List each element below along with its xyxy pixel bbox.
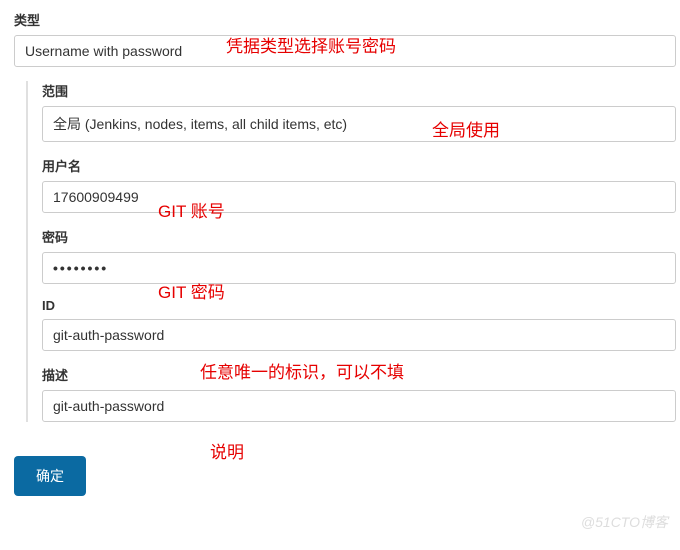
id-label: ID (42, 298, 676, 313)
username-input[interactable] (42, 181, 676, 213)
password-input[interactable]: •••••••• (42, 252, 676, 284)
description-label: 描述 (42, 365, 676, 384)
type-label: 类型 (14, 10, 676, 29)
id-input[interactable] (42, 319, 676, 351)
scope-label: 范围 (42, 81, 676, 100)
submit-button[interactable]: 确定 (14, 456, 86, 496)
password-label: 密码 (42, 227, 676, 246)
type-select[interactable]: Username with password (14, 35, 676, 67)
scope-select[interactable]: 全局 (Jenkins, nodes, items, all child ite… (42, 106, 676, 142)
description-input[interactable] (42, 390, 676, 422)
watermark: @51CTO博客 (581, 512, 668, 532)
username-label: 用户名 (42, 156, 676, 175)
